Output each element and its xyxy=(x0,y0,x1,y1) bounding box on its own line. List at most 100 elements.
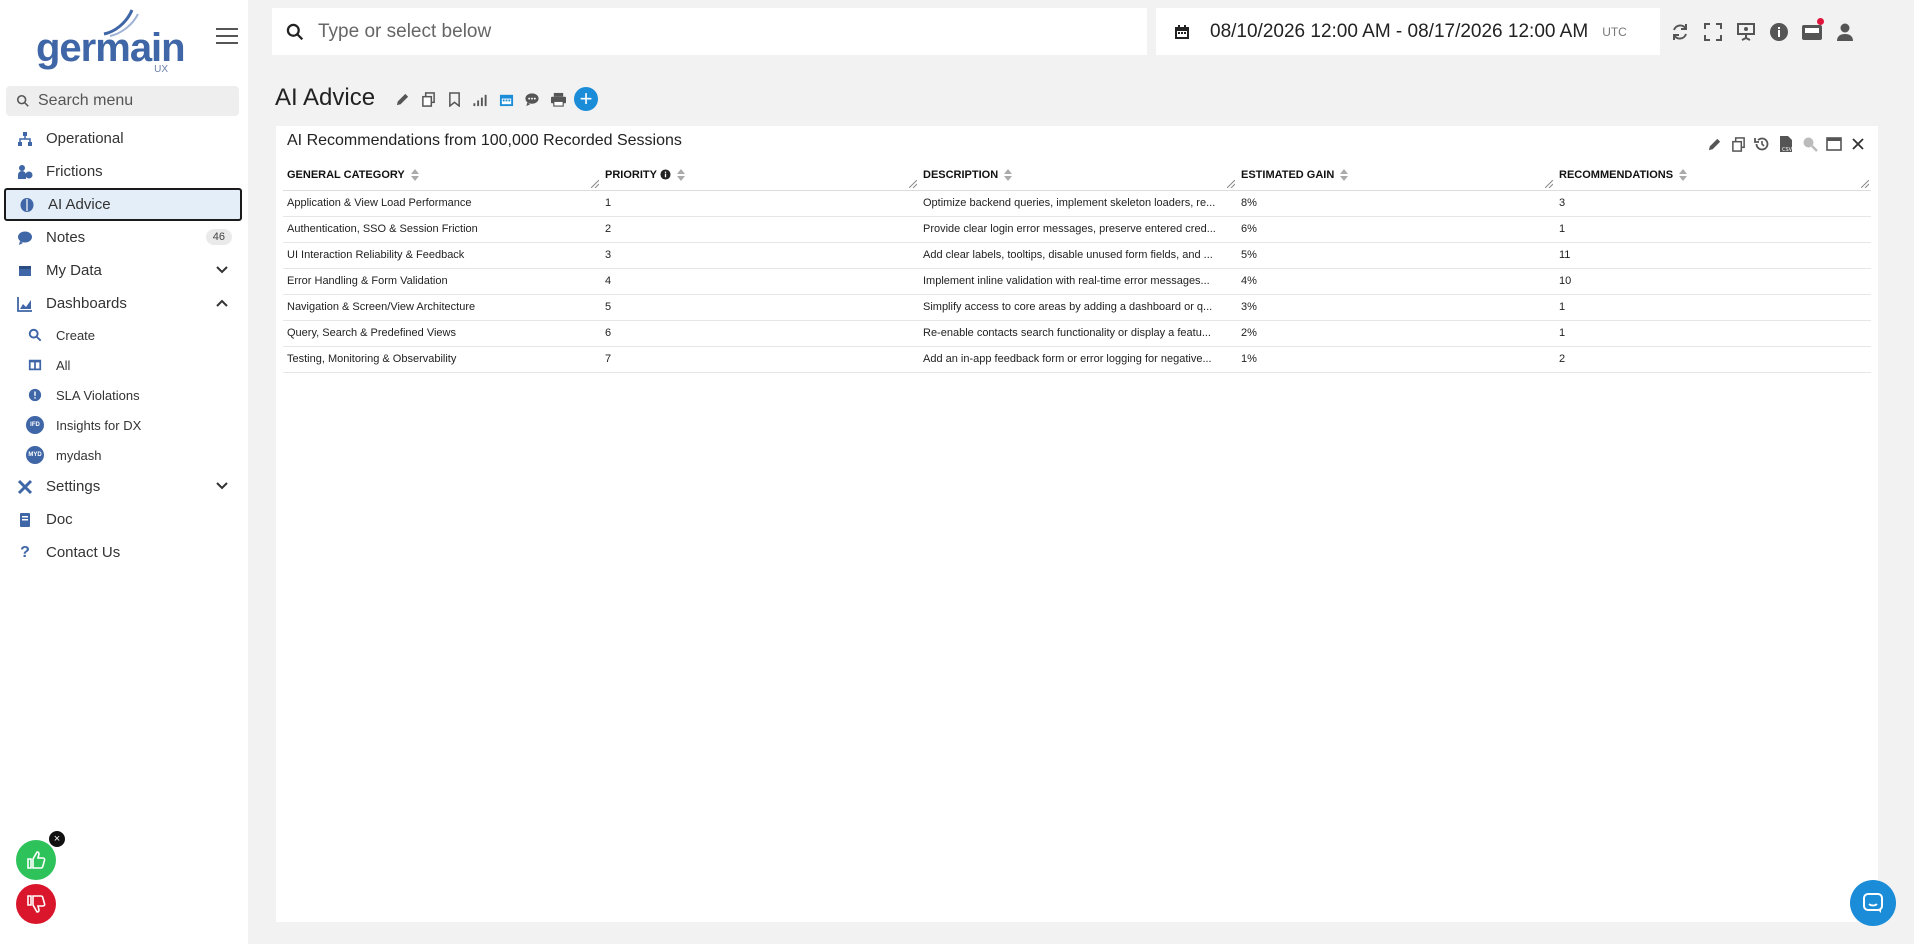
bookmark-icon[interactable] xyxy=(444,89,464,109)
chevron-down-icon[interactable] xyxy=(214,478,230,494)
sidebar-item-notes[interactable]: Notes 46 xyxy=(4,221,242,254)
search-menu-box[interactable] xyxy=(6,86,239,116)
cell-estimated-gain: 4% xyxy=(1237,268,1555,295)
add-plus-button[interactable]: + xyxy=(574,87,598,111)
resize-grip-icon[interactable] xyxy=(909,179,917,188)
zoom-icon[interactable] xyxy=(1800,134,1820,154)
dashboard-item-sla-violations[interactable]: SLA Violations xyxy=(4,380,242,410)
table-row[interactable]: Query, Search & Predefined Views 6 Re-enab… xyxy=(283,320,1871,347)
sidebar-item-contact-us[interactable]: ? Contact Us xyxy=(4,536,242,569)
comment-icon[interactable] xyxy=(522,89,542,109)
refresh-icon[interactable] xyxy=(1668,20,1692,44)
dashboard-item-label: All xyxy=(56,357,71,373)
resize-grip-icon[interactable] xyxy=(1861,179,1869,188)
search-menu-input[interactable] xyxy=(38,92,228,110)
dashboard-item-all[interactable]: All xyxy=(4,350,242,380)
ai-recommendations-panel: AI Recommendations from 100,000 Recorded… xyxy=(276,126,1878,922)
table-row[interactable]: UI Interaction Reliability & Feedback 3 Ad… xyxy=(283,242,1871,269)
pencil-icon[interactable] xyxy=(392,89,412,109)
column-header-label: DESCRIPTION xyxy=(923,168,999,181)
database-icon xyxy=(16,262,34,280)
column-header-label: ESTIMATED GAIN xyxy=(1241,168,1335,181)
presentation-icon[interactable] xyxy=(1734,20,1758,44)
column-header-general-category[interactable]: GENERAL CATEGORY xyxy=(283,160,601,191)
page-title: AI Advice xyxy=(275,84,376,111)
history-icon[interactable] xyxy=(1752,134,1772,154)
copy-icon[interactable] xyxy=(418,89,438,109)
dashboard-item-mydash[interactable]: MYD mydash xyxy=(4,440,242,470)
cell-category: Authentication, SSO & Session Friction xyxy=(283,216,601,243)
table-row[interactable]: Authentication, SSO & Session Friction 2 P… xyxy=(283,216,1871,243)
print-icon[interactable] xyxy=(548,89,568,109)
table-row[interactable]: Application & View Load Performance 1 Opti… xyxy=(283,190,1871,217)
resize-grip-icon[interactable] xyxy=(1227,179,1235,188)
table-row[interactable]: Error Handling & Form Validation 4 Impleme… xyxy=(283,268,1871,295)
search-icon xyxy=(286,23,304,40)
sidebar-item-dashboards[interactable]: Dashboards xyxy=(4,287,242,320)
cell-estimated-gain: 2% xyxy=(1237,320,1555,347)
dashboard-item-label: SLA Violations xyxy=(56,387,140,403)
chevron-up-icon[interactable] xyxy=(214,295,230,311)
global-search-box[interactable] xyxy=(272,8,1147,55)
panel-toolbar: CSV xyxy=(1700,134,1868,154)
sort-icon[interactable] xyxy=(1679,168,1688,181)
calendar-icon[interactable] xyxy=(496,89,516,109)
sidebar-item-frictions[interactable]: Frictions xyxy=(4,155,242,188)
cell-priority: 5 xyxy=(601,294,919,321)
export-csv-icon[interactable]: CSV xyxy=(1776,134,1796,154)
user-friction-icon xyxy=(16,163,34,181)
copy-icon[interactable] xyxy=(1728,134,1748,154)
dashboard-item-create[interactable]: Create xyxy=(4,320,242,350)
dashboard-initials-avatar: MYD xyxy=(26,446,44,464)
cell-description: Add an in-app feedback form or error log… xyxy=(919,346,1237,373)
global-search-input[interactable] xyxy=(318,20,1098,43)
table-row[interactable]: Testing, Monitoring & Observability 7 Add … xyxy=(283,346,1871,373)
feedback-close-icon[interactable]: × xyxy=(48,830,66,848)
resize-grip-icon[interactable] xyxy=(1545,179,1553,188)
column-header-priority[interactable]: PRIORITY xyxy=(601,160,919,191)
close-icon[interactable] xyxy=(1848,134,1868,154)
date-range-picker[interactable]: 08/10/2026 12:00 AM - 08/17/2026 12:00 A… xyxy=(1156,8,1660,55)
support-chat-button[interactable] xyxy=(1850,880,1896,926)
fullscreen-icon[interactable] xyxy=(1701,20,1725,44)
sitemap-icon xyxy=(16,130,34,148)
sidebar-item-operational[interactable]: Operational xyxy=(4,122,242,155)
timezone-label: UTC xyxy=(1602,24,1627,39)
table-header-row: GENERAL CATEGORY PRIORITY DESCRIPTION ES… xyxy=(283,160,1871,191)
sort-icon[interactable] xyxy=(676,168,685,181)
column-header-description[interactable]: DESCRIPTION xyxy=(919,160,1237,191)
thumbs-up-button[interactable] xyxy=(16,840,56,880)
maximize-icon[interactable] xyxy=(1824,134,1844,154)
column-header-estimated-gain[interactable]: ESTIMATED GAIN xyxy=(1237,160,1555,191)
pencil-icon[interactable] xyxy=(1704,134,1724,154)
info-icon[interactable] xyxy=(660,169,671,180)
dashboard-item-insights-for-dx[interactable]: IFD Insights for DX xyxy=(4,410,242,440)
sidebar-item-doc[interactable]: Doc xyxy=(4,503,242,536)
table-row[interactable]: Navigation & Screen/View Architecture 5 Si… xyxy=(283,294,1871,321)
sort-icon[interactable] xyxy=(410,168,419,181)
sidebar-item-label: My Data xyxy=(46,262,102,279)
sidebar-item-ai-advice[interactable]: AI Advice xyxy=(4,188,242,221)
inbox-icon[interactable] xyxy=(1800,18,1824,44)
cell-recommendations: 1 xyxy=(1555,216,1871,243)
sidebar-item-label: Operational xyxy=(46,130,124,147)
signal-bars-icon[interactable] xyxy=(470,89,490,109)
hamburger-menu-icon[interactable] xyxy=(216,28,238,48)
sidebar-item-settings[interactable]: Settings xyxy=(4,470,242,503)
chevron-down-icon[interactable] xyxy=(214,262,230,278)
column-header-label: PRIORITY xyxy=(605,168,657,181)
notification-dot xyxy=(1817,18,1824,25)
column-header-recommendations[interactable]: RECOMMENDATIONS xyxy=(1555,160,1871,191)
resize-grip-icon[interactable] xyxy=(591,179,599,188)
thumbs-down-button[interactable] xyxy=(16,884,56,924)
germain-logo[interactable]: germain UX xyxy=(36,8,186,76)
cell-description: Add clear labels, tooltips, disable unus… xyxy=(919,242,1237,269)
top-toolbar xyxy=(1668,18,1866,46)
cell-priority: 1 xyxy=(601,190,919,217)
user-icon[interactable] xyxy=(1833,20,1857,44)
sort-icon[interactable] xyxy=(1340,168,1349,181)
info-icon[interactable] xyxy=(1767,20,1791,44)
cell-description: Provide clear login error messages, pres… xyxy=(919,216,1237,243)
sidebar-item-my-data[interactable]: My Data xyxy=(4,254,242,287)
sort-icon[interactable] xyxy=(1004,168,1013,181)
